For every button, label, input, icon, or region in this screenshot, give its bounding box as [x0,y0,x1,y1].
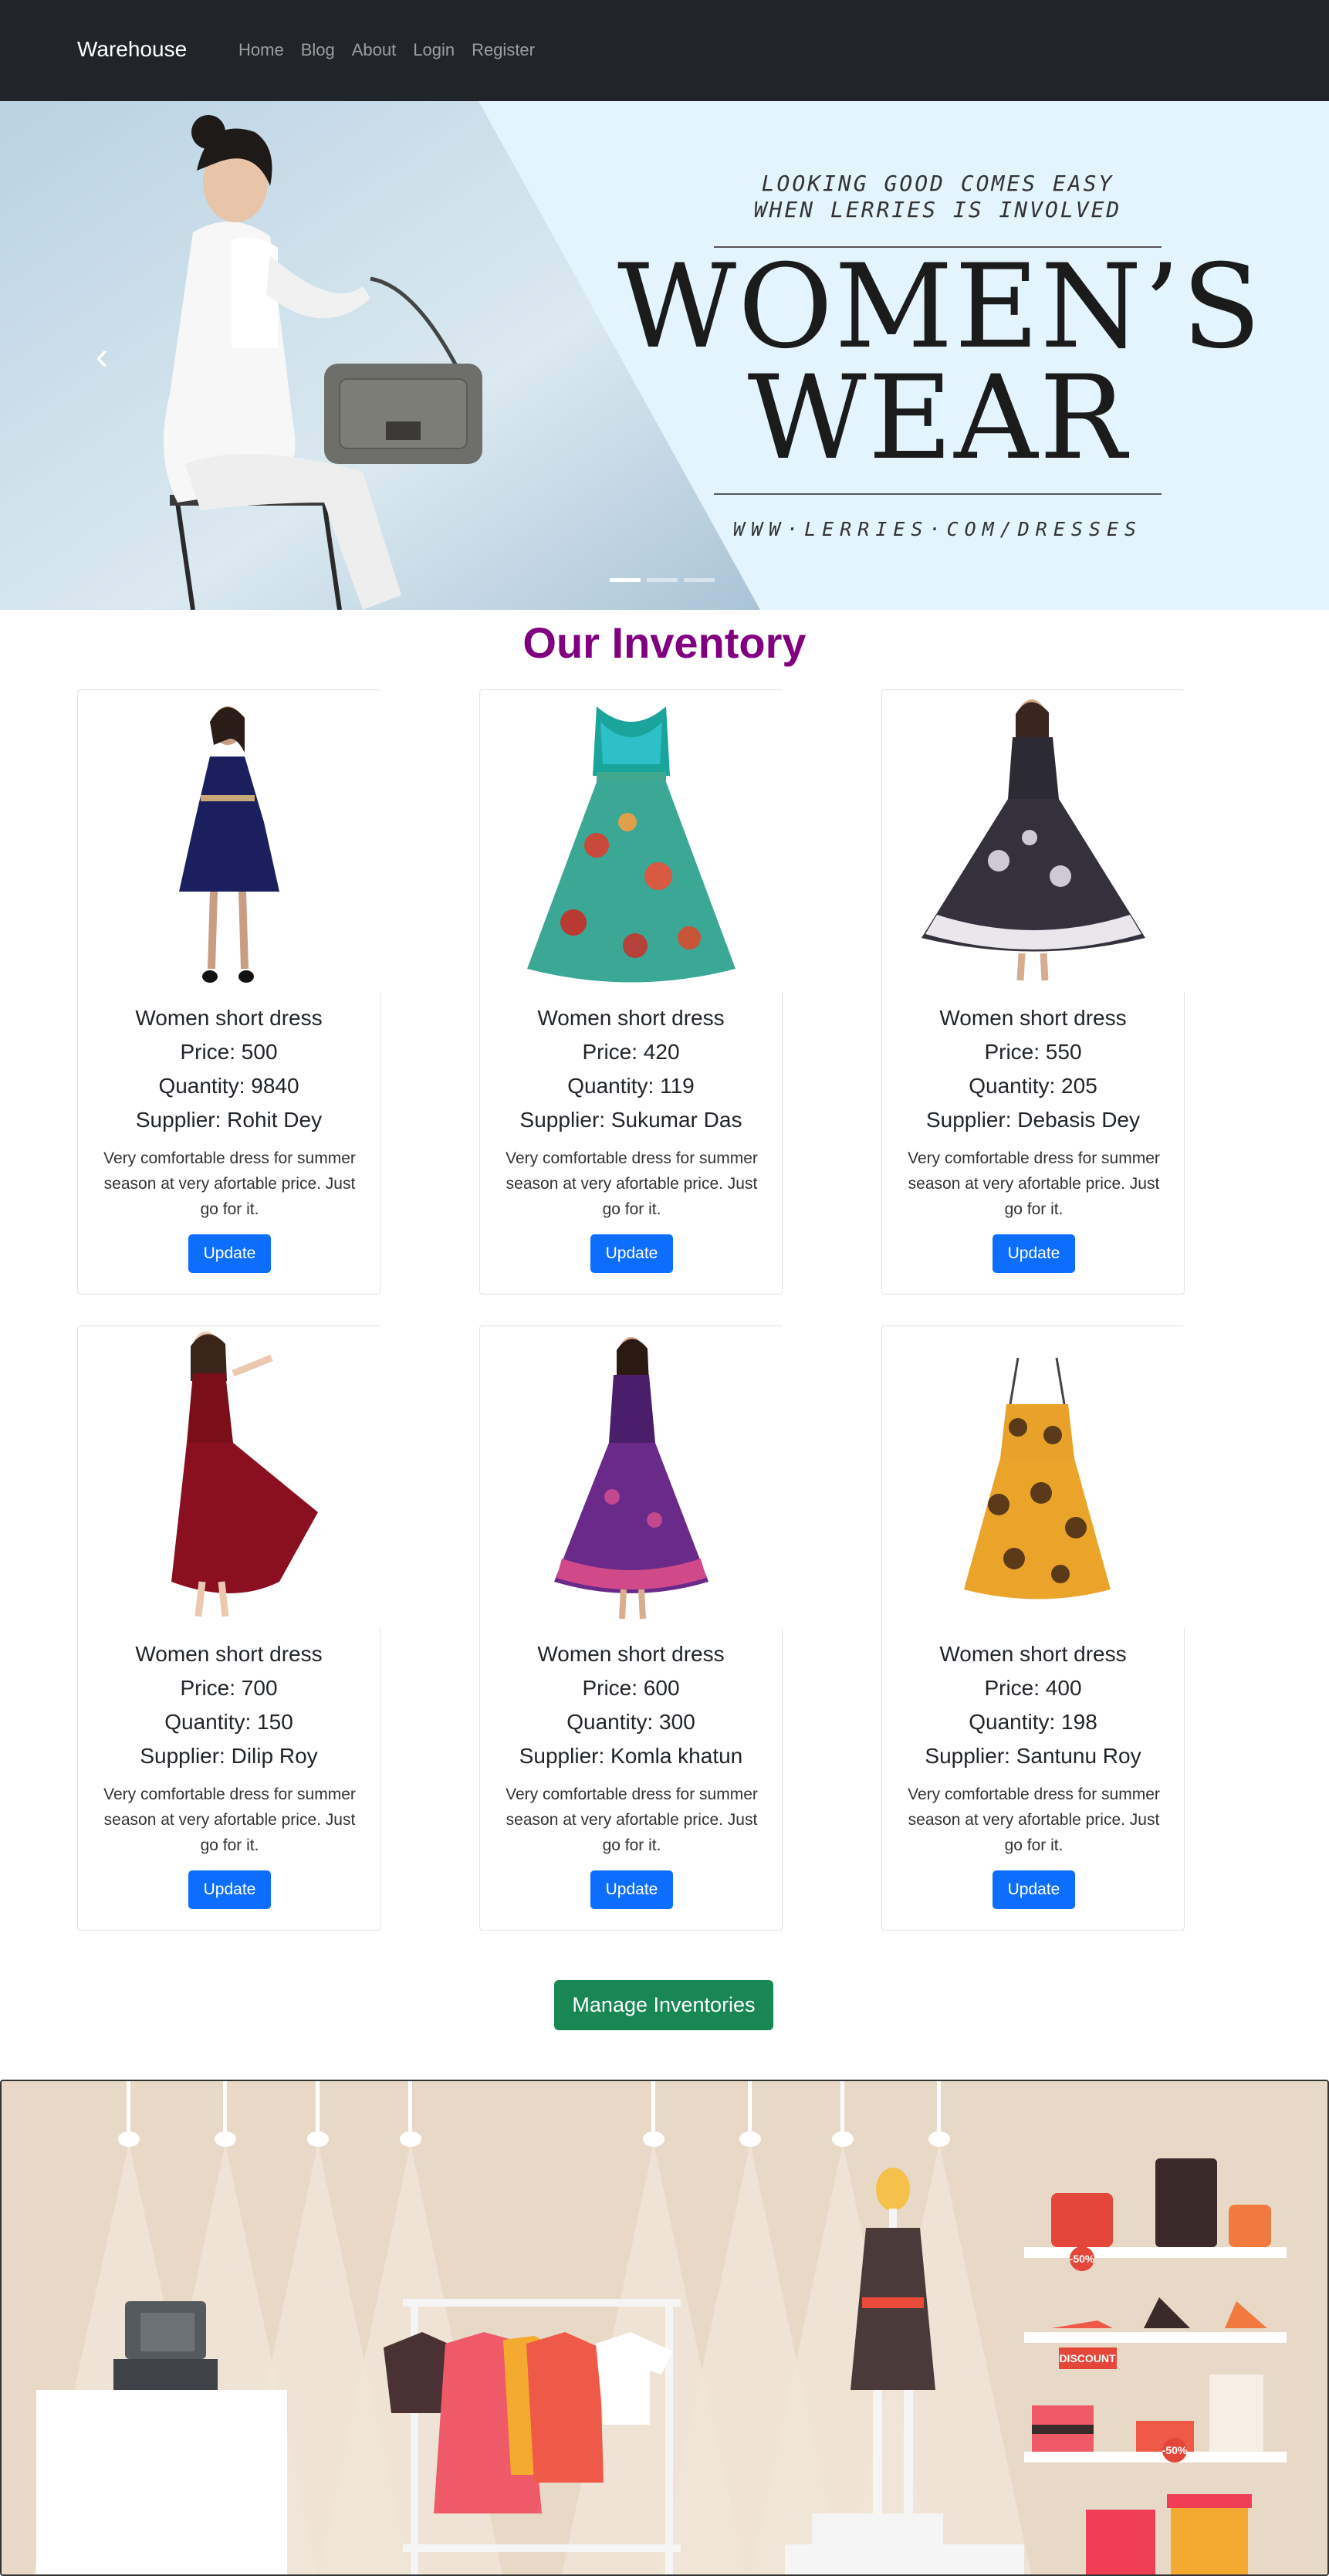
product-image [481,691,783,992]
nav-home[interactable]: Home [238,40,284,60]
product-description: Very comfortable dress for summer season… [506,1786,758,1854]
product-description: Very comfortable dress for summer season… [908,1149,1160,1218]
divider [714,493,1162,495]
product-name: Women short dress [537,1006,725,1030]
carousel-prev-button[interactable]: ‹ [86,333,117,379]
hero-headline-1: WOMEN’S [617,240,1263,374]
product-image [79,691,380,992]
product-supplier: Supplier: Debasis Dey [925,1108,1141,1132]
product-image [79,1327,380,1628]
chevron-left-icon: ‹ [95,334,109,377]
product-description: Very comfortable dress for summer season… [103,1149,356,1218]
product-supplier: Supplier: Komla khatun [519,1744,743,1768]
update-button[interactable]: Update [188,1870,271,1909]
nav-login[interactable]: Login [413,40,455,60]
product-description: Very comfortable dress for summer season… [908,1786,1160,1854]
navbar: Warehouse Home Blog About Login Register [0,0,1329,101]
carousel-indicator-1[interactable] [610,578,641,582]
product-supplier: Supplier: Dilip Roy [140,1744,318,1768]
inventory-card: Women short dress Price: 700 Quantity: 1… [77,1325,380,1931]
product-name: Women short dress [135,1642,323,1666]
manage-inventories-button[interactable]: Manage Inventories [554,1980,773,2030]
nav-links: Home Blog About Login Register [238,40,552,60]
product-name: Women short dress [939,1642,1127,1666]
hero-carousel: ‹ LOOKING GOOD COMES EASY WHEN LERRIES I… [0,101,1329,610]
product-quantity: Quantity: 9840 [158,1074,299,1098]
update-button[interactable]: Update [590,1234,673,1273]
nav-register[interactable]: Register [472,40,535,60]
inventory-card: Women short dress Price: 550 Quantity: 2… [881,689,1185,1295]
inventory-title: Our Inventory [522,618,807,667]
hero-url: WWW·LERRIES·COM/DRESSES [732,518,1143,540]
svg-text:DISCOUNT: DISCOUNT [1059,2352,1116,2364]
update-button[interactable]: Update [188,1234,271,1273]
product-supplier: Supplier: Santunu Roy [925,1744,1141,1768]
product-image [883,691,1185,992]
nav-blog[interactable]: Blog [301,40,335,60]
nav-about[interactable]: About [352,40,397,60]
product-quantity: Quantity: 205 [969,1074,1097,1098]
product-name: Women short dress [939,1006,1127,1030]
hero-tagline-1: LOOKING GOOD COMES EASY [761,171,1114,196]
product-name: Women short dress [537,1642,725,1666]
product-description: Very comfortable dress for summer season… [103,1786,356,1854]
svg-text:-50%: -50% [1070,2253,1095,2265]
svg-text:-50%: -50% [1162,2444,1188,2456]
product-price: Price: 600 [582,1676,680,1700]
inventory-card: Women short dress Price: 420 Quantity: 1… [479,689,783,1295]
product-supplier: Supplier: Rohit Dey [135,1108,323,1132]
product-price: Price: 700 [180,1676,278,1700]
hero-headline-2: WEAR [747,351,1128,486]
store-banner-image: -50% DISCOUNT -50% [0,2080,1329,2576]
update-button[interactable]: Update [590,1870,673,1909]
update-button[interactable]: Update [993,1234,1075,1273]
inventory-card: Women short dress Price: 400 Quantity: 1… [881,1325,1185,1931]
product-price: Price: 500 [180,1040,278,1064]
product-supplier: Supplier: Sukumar Das [519,1108,742,1132]
product-price: Price: 420 [582,1040,680,1064]
product-quantity: Quantity: 150 [164,1710,293,1734]
hero-tagline-2: WHEN LERRIES IS INVOLVED [753,197,1122,222]
product-quantity: Quantity: 119 [567,1074,695,1098]
product-price: Price: 400 [984,1676,1082,1700]
product-quantity: Quantity: 300 [566,1710,695,1734]
product-image [883,1327,1185,1628]
inventory-card: Women short dress Price: 500 Quantity: 9… [77,689,380,1295]
brand-logo[interactable]: Warehouse [77,37,187,62]
product-quantity: Quantity: 198 [969,1710,1097,1734]
carousel-indicator-3[interactable] [684,578,715,582]
product-price: Price: 550 [984,1040,1082,1064]
product-image [481,1327,783,1628]
update-button[interactable]: Update [993,1870,1075,1909]
carousel-indicators [610,578,715,582]
product-description: Very comfortable dress for summer season… [506,1149,758,1218]
product-name: Women short dress [135,1006,323,1030]
inventory-card: Women short dress Price: 600 Quantity: 3… [479,1325,783,1931]
hero-caption: LOOKING GOOD COMES EASY WHEN LERRIES IS … [617,171,1263,540]
carousel-indicator-2[interactable] [647,578,678,582]
